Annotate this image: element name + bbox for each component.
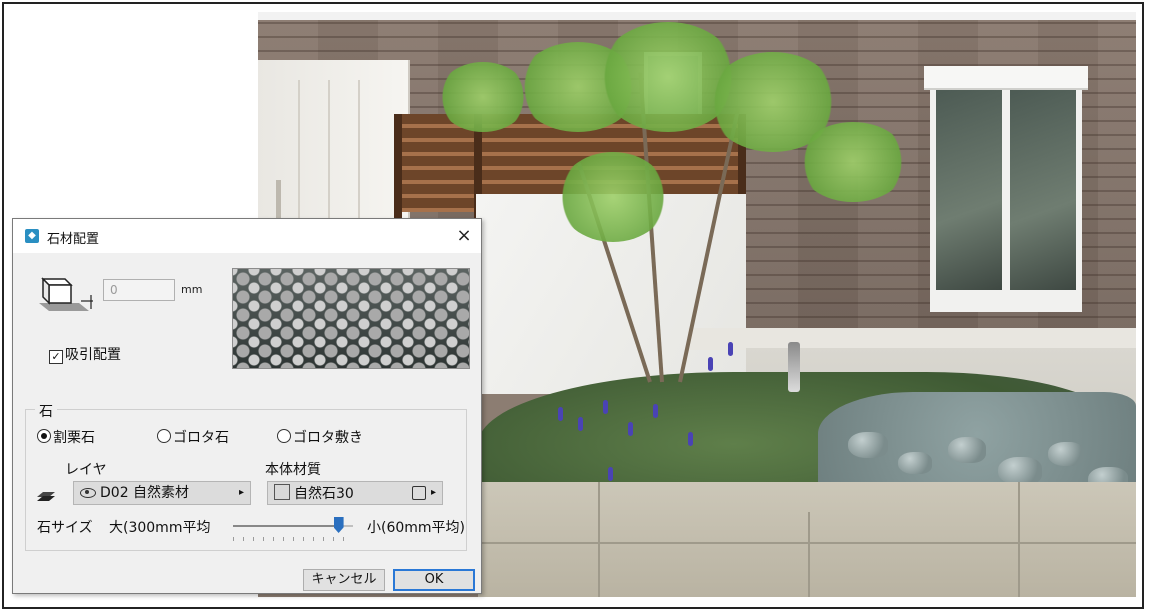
material-label: 本体材質 [265,462,321,478]
stone-size-max-label: 小(60mm平均) [367,520,466,536]
layer-stack-icon [37,492,55,501]
radio-label: ゴロタ石 [173,430,229,446]
ok-button[interactable]: OK [393,569,475,591]
radio-label: 割栗石 [53,430,95,446]
cancel-button[interactable]: キャンセル [303,569,385,591]
material-swatch-icon [274,484,290,500]
stone-size-min-label: 大(300mm平均 [109,520,211,536]
checkbox-box[interactable]: ✓ [49,350,63,364]
radio-warikuri-ishi[interactable]: 割栗石 [37,427,95,447]
suction-placement-label: 吸引配置 [65,347,121,363]
height-unit: mm [181,283,203,296]
garden-light [788,342,800,392]
material-picker-icon[interactable] [412,486,426,500]
stone-dialog-icon: ◆ [25,229,39,243]
curb [688,328,1136,350]
layer-dropdown[interactable]: D02 自然素材 ▸ [73,481,251,505]
stone-size-label: 石サイズ [37,520,93,536]
radio-gorota-ishi[interactable]: ゴロタ石 [157,427,229,447]
stone-size-slider-fill [233,525,339,527]
sliding-window [924,66,1088,312]
door-handle [276,180,281,220]
material-value: 自然石30 [294,486,354,502]
chevron-right-icon: ▸ [430,487,436,498]
material-dropdown[interactable]: 自然石30 ▸ [267,481,443,505]
chevron-right-icon: ▸ [238,487,244,498]
close-button[interactable]: × [451,223,477,249]
stone-texture-preview [232,268,470,369]
dialog-titlebar: ◆ 石材配置 × [13,219,481,253]
stone-size-slider-ticks [233,537,353,541]
dialog-title: 石材配置 [47,232,100,247]
roof-edge [258,12,1136,20]
height-input[interactable]: 0 [103,279,175,301]
stone-paving [478,482,1136,597]
radio-label: ゴロタ敷き [293,430,363,446]
layer-value: D02 自然素材 [100,485,190,501]
stone-group-label: 石 [35,401,57,421]
suction-placement-checkbox[interactable]: ✓ 吸引配置 [49,344,121,364]
radio-gorota-shiki[interactable]: ゴロタ敷き [277,427,363,447]
stone-placement-dialog: ◆ 石材配置 × 0 mm ✓ 吸引配置 石 割栗石 ゴロタ石 ゴロタ敷き レイヤ… [12,218,482,594]
layer-label: レイヤ [65,462,107,478]
block-height-icon [39,277,93,311]
eye-icon[interactable] [80,488,96,498]
